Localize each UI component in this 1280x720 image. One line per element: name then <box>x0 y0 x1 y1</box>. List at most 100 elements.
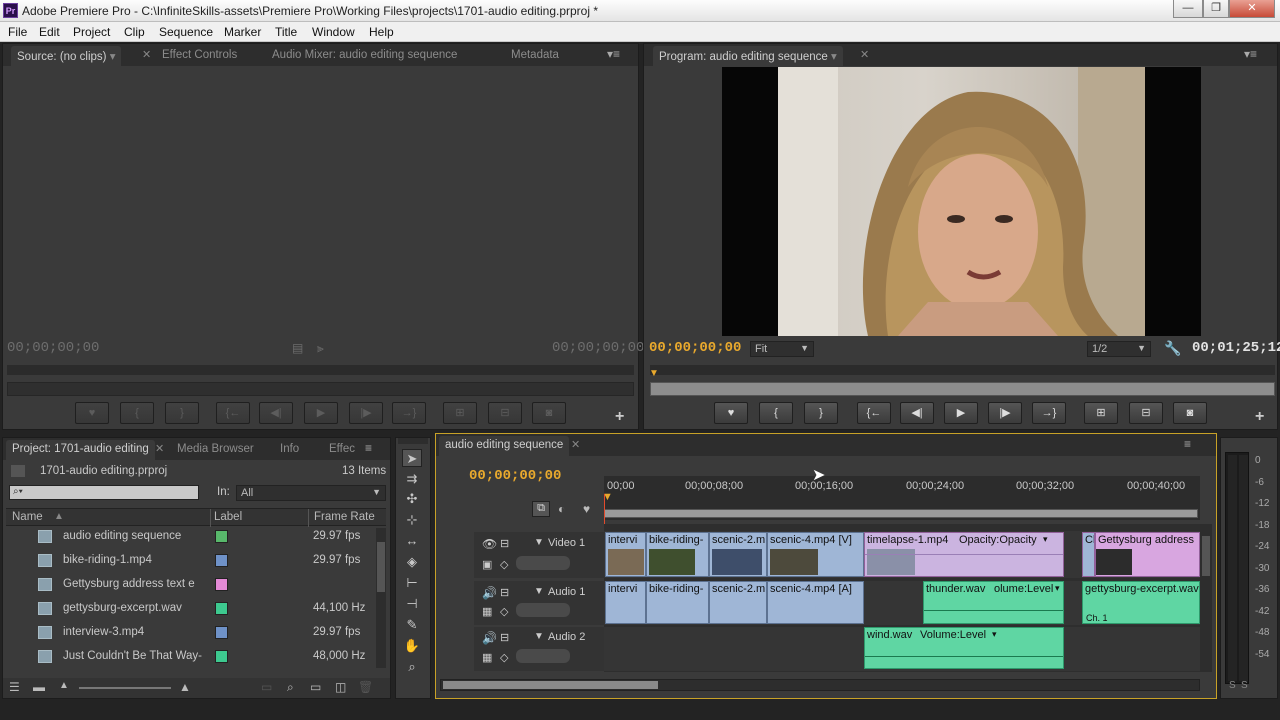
source-time-ruler[interactable] <box>7 365 634 375</box>
set-encore-marker-icon[interactable]: ◐ <box>558 502 565 516</box>
audio-clip[interactable]: gettysburg-excerpt.wav Ch. 1 <box>1082 581 1200 624</box>
audio-clip[interactable]: scenic-4.mp4 [A] <box>767 581 864 624</box>
list-item[interactable]: gettysburg-excerpt.wav 44,100 Hz <box>8 597 382 621</box>
list-view-icon[interactable]: ☰ <box>9 680 20 694</box>
selection-tool-icon[interactable]: ➤ <box>402 449 422 467</box>
close-tab-icon[interactable]: ✕ <box>571 438 580 451</box>
audio-clip[interactable]: thunder.wav olume:Level ▾ <box>923 581 1064 624</box>
list-item[interactable]: Gettysburg address text e <box>8 573 382 597</box>
program-extract-button[interactable]: ⊟ <box>1129 402 1163 424</box>
add-marker-icon[interactable]: ♥ <box>583 502 590 516</box>
pen-tool-icon[interactable]: ✎ <box>402 616 422 634</box>
chevron-down-icon[interactable]: ▾ <box>992 629 997 640</box>
column-name[interactable]: Name <box>12 511 43 523</box>
source-insert-button[interactable]: ⊞ <box>443 402 477 424</box>
video-clip[interactable]: Gettysburg address <box>1095 532 1200 577</box>
program-mark-in-button[interactable]: { <box>759 402 793 424</box>
list-item[interactable]: audio editing sequence 29.97 fps <box>8 525 382 549</box>
source-overwrite-button[interactable]: ⊟ <box>488 402 522 424</box>
program-lift-button[interactable]: ⊞ <box>1084 402 1118 424</box>
icon-view-icon[interactable]: ▬ <box>33 680 45 694</box>
resolution-dropdown[interactable]: 1/2 ▼ <box>1087 341 1151 357</box>
panel-menu-icon[interactable]: ▾≡ <box>607 47 620 61</box>
zoom-dropdown[interactable]: Fit ▼ <box>750 341 814 357</box>
scroll-thumb[interactable] <box>1202 536 1210 576</box>
audio-clip[interactable]: bike-riding- <box>646 581 709 624</box>
list-item[interactable]: bike-riding-1.mp4 29.97 fps <box>8 549 382 573</box>
zoom-in-icon[interactable]: ▲ <box>179 680 191 694</box>
program-step-forward-button[interactable]: |▶ <box>988 402 1022 424</box>
program-goto-out-button[interactable]: →} <box>1032 402 1066 424</box>
new-item-icon[interactable]: ◫ <box>335 680 346 694</box>
source-mark-out-button[interactable]: } <box>165 402 199 424</box>
keyframe-icon[interactable]: ◇ <box>500 558 508 571</box>
keyframe-nav[interactable] <box>516 556 570 570</box>
label-swatch[interactable] <box>215 578 228 591</box>
collapse-triangle-icon[interactable]: ▼ <box>534 537 544 548</box>
close-button[interactable]: ✕ <box>1229 0 1275 18</box>
program-goto-in-button[interactable]: {← <box>857 402 891 424</box>
panel-menu-icon[interactable]: ≡ <box>365 441 372 455</box>
video-clip[interactable]: scenic-4.mp4 [V] <box>767 532 864 577</box>
find-icon[interactable]: ⌕ <box>287 680 294 695</box>
tab-effects[interactable]: Effec <box>323 440 361 460</box>
zoom-tool-icon[interactable]: ⌕ <box>402 658 422 676</box>
label-swatch[interactable] <box>215 626 228 639</box>
display-style-icon[interactable]: ▦ <box>482 651 492 664</box>
panel-menu-icon[interactable]: ≡ <box>1184 437 1191 451</box>
column-label[interactable]: Label <box>214 511 242 523</box>
source-add-marker-button[interactable]: ♥ <box>75 402 109 424</box>
keyframe-nav[interactable] <box>516 603 570 617</box>
source-goto-out-button[interactable]: →} <box>392 402 426 424</box>
display-style-icon[interactable]: ▣ <box>482 558 492 571</box>
opacity-keyframe-label[interactable]: Opacity:Opacity <box>959 534 1037 546</box>
eye-icon[interactable]: 👁 <box>482 537 497 551</box>
speaker-icon[interactable]: 🔊 <box>482 586 497 600</box>
menu-help[interactable]: Help <box>369 25 394 39</box>
source-mark-in-button[interactable]: { <box>120 402 154 424</box>
label-swatch[interactable] <box>215 602 228 615</box>
close-tab-icon[interactable]: ✕ <box>155 442 164 455</box>
rolling-edit-tool-icon[interactable]: ⊹ <box>402 511 422 529</box>
volume-keyframe-label[interactable]: olume:Level <box>994 583 1053 595</box>
tab-project[interactable]: Project: 1701-audio editing <box>6 440 155 460</box>
list-item[interactable]: Just Couldn't Be That Way- 48,000 Hz <box>8 645 382 669</box>
timeline-timecode[interactable]: 00;00;00;00 <box>469 468 561 484</box>
program-button-editor-icon[interactable]: + <box>1255 408 1264 426</box>
collapse-triangle-icon[interactable]: ▼ <box>534 586 544 597</box>
tab-info[interactable]: Info <box>274 440 305 460</box>
sync-lock-icon[interactable]: ⊟ <box>500 586 509 599</box>
video-clip[interactable]: intervi <box>605 532 646 577</box>
keyframe-icon[interactable]: ◇ <box>500 651 508 664</box>
clear-icon[interactable]: 🗑 <box>358 680 373 694</box>
timeline-horizontal-scrollbar[interactable] <box>440 679 1200 691</box>
close-tab-icon[interactable]: ✕ <box>860 48 869 61</box>
snap-toggle-icon[interactable]: ⧉ <box>532 501 550 517</box>
volume-keyframe-label[interactable]: Volume:Level <box>920 629 986 641</box>
panel-menu-icon[interactable]: ▾≡ <box>1244 47 1257 61</box>
video-clip[interactable]: bike-riding- <box>646 532 709 577</box>
source-button-editor-icon[interactable]: + <box>615 408 624 426</box>
slide-tool-icon[interactable]: ⊣ <box>402 595 422 613</box>
sync-lock-icon[interactable]: ⊟ <box>500 631 509 644</box>
keyframe-icon[interactable]: ◇ <box>500 605 508 618</box>
program-step-back-button[interactable]: ◀| <box>900 402 934 424</box>
video-clip[interactable]: Cl <box>1082 532 1095 577</box>
chevron-down-icon[interactable]: ▾ <box>1043 534 1048 545</box>
in-filter-dropdown[interactable]: All ▼ <box>236 485 386 501</box>
program-timecode[interactable]: 00;00;00;00 <box>649 340 741 356</box>
keyframe-nav[interactable] <box>516 649 570 663</box>
solo-button-2[interactable]: S <box>1241 680 1248 691</box>
program-add-marker-button[interactable]: ♥ <box>714 402 748 424</box>
zoom-slider[interactable] <box>79 687 171 689</box>
speaker-icon[interactable]: 🔊 <box>482 631 497 645</box>
label-swatch[interactable] <box>215 650 228 663</box>
display-style-icon[interactable]: ▦ <box>482 605 492 618</box>
menu-marker[interactable]: Marker <box>224 25 261 39</box>
program-export-frame-button[interactable]: ◙ <box>1173 402 1207 424</box>
scroll-thumb[interactable] <box>443 681 658 689</box>
sync-lock-icon[interactable]: ⊟ <box>500 537 509 550</box>
source-zoom-bar[interactable] <box>7 382 634 396</box>
column-frame-rate[interactable]: Frame Rate <box>314 511 375 523</box>
label-swatch[interactable] <box>215 530 228 543</box>
